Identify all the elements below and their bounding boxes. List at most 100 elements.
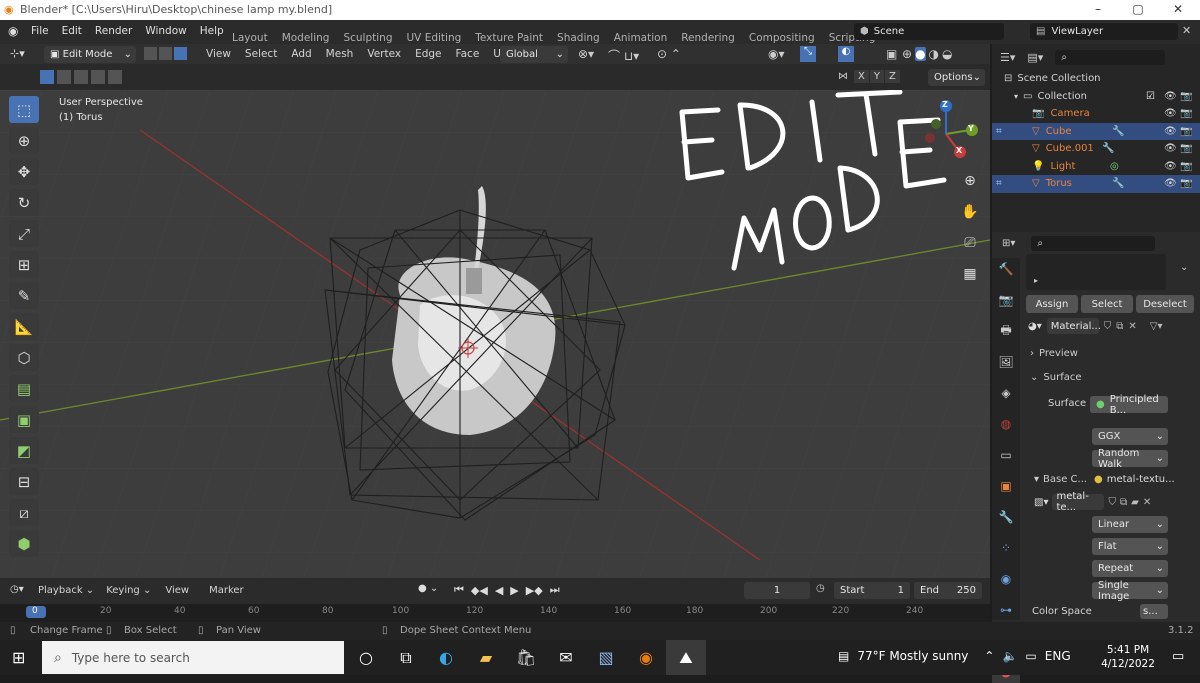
select-intersect-icon[interactable] bbox=[108, 70, 122, 84]
select-subtract-icon[interactable] bbox=[74, 70, 88, 84]
tab-shading[interactable]: Shading bbox=[557, 32, 600, 44]
eye-icon[interactable]: 👁 bbox=[1164, 108, 1177, 119]
rotate-tool-icon[interactable]: ↻ bbox=[9, 189, 39, 216]
editor-type-icon[interactable]: ⊹▾ bbox=[10, 47, 25, 60]
zoom-icon[interactable]: ⊕ bbox=[959, 170, 981, 192]
wireframe-shading-icon[interactable]: ⊕ bbox=[902, 47, 912, 61]
language-indicator[interactable]: ENG bbox=[1045, 649, 1071, 663]
weather-text[interactable]: 77°F Mostly sunny bbox=[857, 649, 968, 663]
material-slots-list[interactable]: ▸ bbox=[1026, 254, 1166, 290]
blender-taskbar-icon[interactable]: ◉ bbox=[626, 640, 666, 675]
outliner-item-cube[interactable]: ⌗ ▽ Cube 🔧 👁 📷 bbox=[992, 122, 1200, 140]
image-name-field[interactable]: metal-te... bbox=[1052, 491, 1105, 513]
clock[interactable]: 5:41 PM 4/12/2022 bbox=[1100, 643, 1156, 671]
blender-menu-icon[interactable]: ◉ bbox=[8, 24, 18, 38]
menu-mesh[interactable]: Mesh bbox=[326, 48, 354, 60]
source-dropdown[interactable]: Single Image ⌄ bbox=[1092, 580, 1168, 602]
image-icon[interactable]: ▧▾ bbox=[1034, 497, 1048, 508]
tab-rendering[interactable]: Rendering bbox=[681, 32, 735, 44]
timeline-editor-icon[interactable]: ◷▾ bbox=[10, 584, 24, 595]
3d-viewport[interactable]: User Perspective (1) Torus Z Y X ⊕ ✋ ⎚ ▦ bbox=[0, 90, 990, 578]
cortana-icon[interactable]: ○ bbox=[346, 640, 386, 675]
properties-search[interactable]: ⌕ bbox=[1031, 235, 1156, 251]
mirror-z[interactable]: Z bbox=[884, 70, 900, 83]
scale-tool-icon[interactable]: ⤢ bbox=[9, 220, 39, 247]
jump-end-icon[interactable]: ⏭ bbox=[550, 583, 560, 597]
vertex-select-icon[interactable] bbox=[144, 47, 157, 60]
scene-tab-icon[interactable]: ◈ bbox=[992, 382, 1020, 404]
physics-tab-icon[interactable]: ◉ bbox=[992, 568, 1020, 590]
view-layer-close-icon[interactable]: ✕ bbox=[1182, 24, 1191, 37]
fake-user-icon[interactable]: ⛉ bbox=[1108, 497, 1116, 508]
subsurface-dropdown[interactable]: Random Walk ⌄ bbox=[1092, 448, 1168, 470]
knife-tool-icon[interactable]: ⧄ bbox=[9, 499, 39, 526]
camera-render-icon[interactable]: 📷 bbox=[1180, 108, 1192, 119]
proportional-edit-icon[interactable]: ⊙ ⌃ bbox=[657, 47, 681, 61]
camera-render-icon[interactable]: 📷 bbox=[1180, 91, 1192, 102]
particles-tab-icon[interactable]: ⁘ bbox=[992, 537, 1020, 559]
object-tab-icon[interactable]: ▣ bbox=[992, 475, 1020, 497]
outliner-item-cube-001[interactable]: ▽ Cube.001 🔧 👁 📷 bbox=[992, 140, 1200, 158]
rendered-shading-icon[interactable]: ◒ bbox=[942, 47, 952, 61]
constraints-tab-icon[interactable]: ⊶ bbox=[992, 599, 1020, 621]
tab-sculpting[interactable]: Sculpting bbox=[343, 32, 392, 44]
collection-tab-icon[interactable]: ▭ bbox=[992, 444, 1020, 466]
start-frame-field[interactable]: Start 1 bbox=[834, 582, 910, 599]
menu-window[interactable]: Window bbox=[145, 25, 186, 37]
play-reverse-icon[interactable]: ◀ bbox=[495, 584, 503, 597]
taskbar-search[interactable]: ⌕ Type here to search bbox=[42, 641, 344, 674]
record-icon[interactable]: ● ⌄ bbox=[418, 583, 438, 594]
menu-edge[interactable]: Edge bbox=[415, 48, 441, 60]
cursor-tool-icon[interactable]: ⊕ bbox=[9, 127, 39, 154]
surface-panel-header[interactable]: ⌄ Surface bbox=[1030, 372, 1082, 383]
windows-start-icon[interactable]: ⊞ bbox=[12, 648, 25, 667]
unlink-icon[interactable]: ✕ bbox=[1128, 321, 1136, 332]
minimize-button[interactable]: – bbox=[1088, 2, 1108, 16]
inset-tool-icon[interactable]: ▣ bbox=[9, 406, 39, 433]
next-keyframe-icon[interactable]: ▶◆ bbox=[526, 584, 543, 597]
eye-icon[interactable]: 👁 bbox=[1164, 143, 1177, 154]
annotate-tool-icon[interactable]: ✎ bbox=[9, 282, 39, 309]
mail-icon[interactable]: ✉ bbox=[546, 640, 586, 675]
chevron-down-icon[interactable]: ⌄ bbox=[1180, 262, 1188, 273]
menu-add[interactable]: Add bbox=[291, 48, 311, 60]
end-frame-field[interactable]: End 250 bbox=[914, 582, 982, 599]
perspective-grid-icon[interactable]: ▦ bbox=[959, 263, 981, 285]
overlay-toggle-icon[interactable]: ◐ bbox=[838, 46, 854, 62]
assign-button[interactable]: Assign bbox=[1026, 295, 1078, 313]
properties-type-icon[interactable]: ⊞▾ bbox=[1002, 238, 1015, 249]
xray-icon[interactable]: ▣ bbox=[886, 47, 897, 61]
fake-user-icon[interactable]: ⛉ bbox=[1104, 321, 1112, 332]
extension-dropdown[interactable]: Repeat ⌄ bbox=[1092, 560, 1168, 577]
options-dropdown[interactable]: Options ⌄ bbox=[928, 69, 985, 86]
unlink-icon[interactable]: ✕ bbox=[1143, 497, 1151, 508]
menu-file[interactable]: File bbox=[31, 25, 49, 37]
face-select-icon[interactable] bbox=[174, 47, 187, 60]
visibility-icon[interactable]: ◉▾ bbox=[768, 47, 785, 61]
navigation-gizmo[interactable]: Z Y X bbox=[910, 98, 982, 170]
file-explorer-icon[interactable]: ▰ bbox=[466, 640, 506, 675]
projection-dropdown[interactable]: Flat ⌄ bbox=[1092, 538, 1168, 555]
camera-render-icon[interactable]: 📷 bbox=[1180, 178, 1192, 189]
tool-settings-tab-icon[interactable]: 🔨 bbox=[992, 258, 1020, 280]
store-icon[interactable]: 🛍 bbox=[506, 640, 546, 675]
view-layer-tab-icon[interactable]: 🖼 bbox=[992, 351, 1020, 373]
camera-render-icon[interactable]: 📷 bbox=[1180, 143, 1192, 154]
outliner-type-icon[interactable]: ☰▾ bbox=[1000, 51, 1015, 64]
maximize-button[interactable]: ▢ bbox=[1128, 2, 1148, 16]
base-color-row[interactable]: ▾ Base C... bbox=[1034, 474, 1087, 485]
menu-edit[interactable]: Edit bbox=[62, 25, 82, 37]
color-space-dropdown[interactable]: s... bbox=[1140, 604, 1168, 619]
snap-icon[interactable]: ⌒ ⊔▾ bbox=[608, 47, 639, 64]
preview-panel-header[interactable]: › Preview bbox=[1030, 348, 1078, 359]
task-view-icon[interactable]: ⧉ bbox=[386, 640, 426, 675]
tab-animation[interactable]: Animation bbox=[614, 32, 668, 44]
distribution-dropdown[interactable]: GGX ⌄ bbox=[1092, 428, 1168, 445]
mirror-x[interactable]: X bbox=[854, 70, 869, 83]
camera-render-icon[interactable]: 📷 bbox=[1180, 126, 1192, 137]
checkbox-icon[interactable]: ☑ bbox=[1146, 91, 1155, 102]
duplicate-icon[interactable]: ⧉ bbox=[1116, 321, 1123, 332]
mode-dropdown[interactable]: ▣ Edit Mode ⌄ bbox=[44, 46, 136, 63]
notifications-icon[interactable]: ▭ bbox=[1172, 649, 1184, 664]
camera-render-icon[interactable]: 📷 bbox=[1180, 161, 1192, 172]
